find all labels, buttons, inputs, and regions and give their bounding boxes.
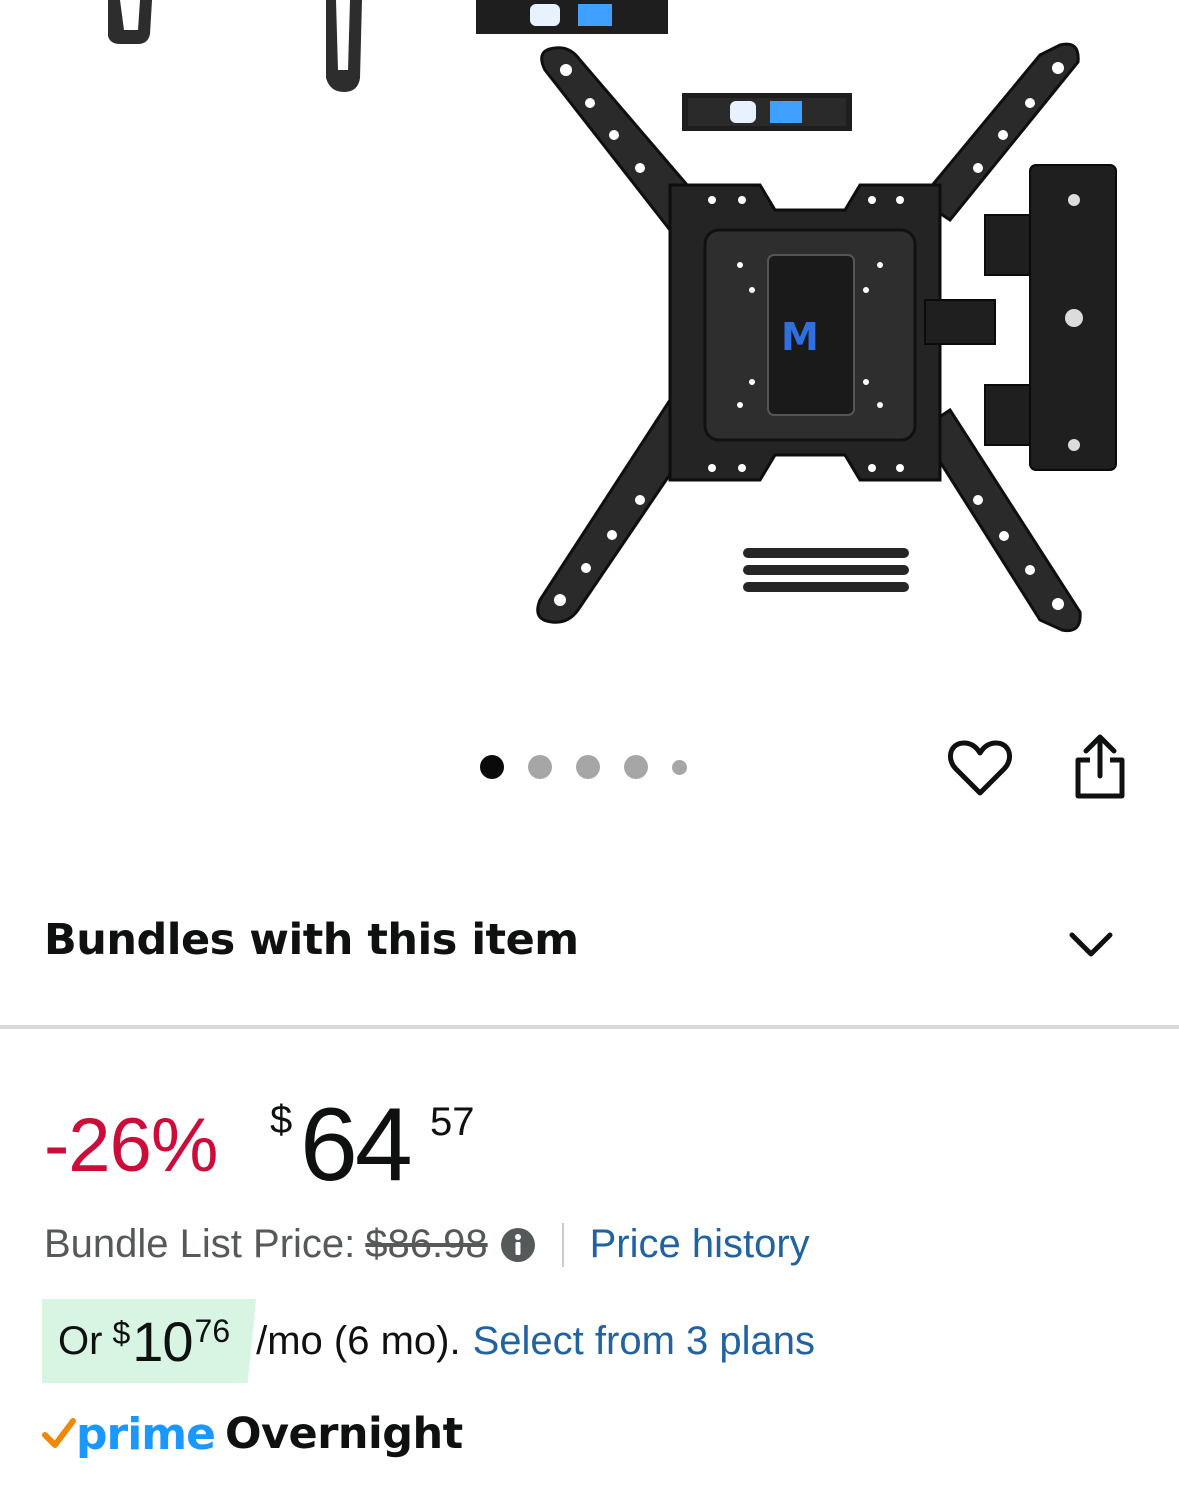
installment-currency-symbol: $ [112, 1315, 131, 1351]
installment-badge: Or $ 10 76 [42, 1299, 257, 1383]
installment-fraction: 76 [194, 1313, 231, 1349]
bundles-accordion[interactable]: Bundles with this item [0, 895, 1179, 1000]
svg-text:M: M [781, 315, 819, 359]
heart-icon [948, 740, 1012, 796]
chevron-down-icon[interactable] [1066, 925, 1116, 965]
share-button[interactable] [1064, 730, 1136, 802]
installment-suffix: /mo (6 mo). [256, 1318, 461, 1363]
carousel-dot[interactable] [576, 755, 600, 779]
separator [561, 1222, 564, 1267]
prime-delivery-row: prime Overnight [42, 1404, 463, 1464]
prime-check-icon [42, 1418, 76, 1448]
carousel-dot[interactable] [480, 755, 504, 779]
carousel-dot[interactable] [672, 759, 687, 775]
installment-plan-row: Or $ 10 76 /mo (6 mo). Select from 3 pla… [42, 1298, 815, 1384]
list-price-row: Bundle List Price: $86.98 Price history [44, 1222, 810, 1267]
image-carousel-indicator[interactable] [480, 755, 687, 779]
installment-whole: 10 [132, 1309, 193, 1373]
info-icon[interactable] [500, 1227, 536, 1263]
list-price-value: $86.98 [365, 1222, 488, 1266]
installment-prefix: Or [58, 1318, 103, 1363]
delivery-speed: Overnight [224, 1409, 463, 1459]
carousel-dot[interactable] [624, 755, 648, 779]
add-to-list-button[interactable] [944, 732, 1016, 804]
list-price-label: Bundle List Price: [44, 1222, 356, 1266]
share-icon [1075, 734, 1125, 799]
price-fraction: 57 [430, 1100, 475, 1144]
section-divider [0, 1025, 1179, 1029]
prime-label: prime [76, 1408, 216, 1460]
bundles-title: Bundles with this item [44, 915, 579, 965]
product-image: M [108, 0, 1117, 633]
price-whole: 64 [300, 1087, 413, 1203]
prime-logo: prime [42, 1408, 216, 1460]
discount-percentage: -26% [44, 1103, 218, 1188]
price-currency-symbol: $ [270, 1098, 293, 1142]
select-plans-link[interactable]: Select from 3 plans [473, 1319, 815, 1364]
price-history-link[interactable]: Price history [590, 1222, 810, 1267]
product-image-gallery[interactable]: M [0, 0, 1179, 700]
carousel-dot[interactable] [528, 755, 552, 779]
